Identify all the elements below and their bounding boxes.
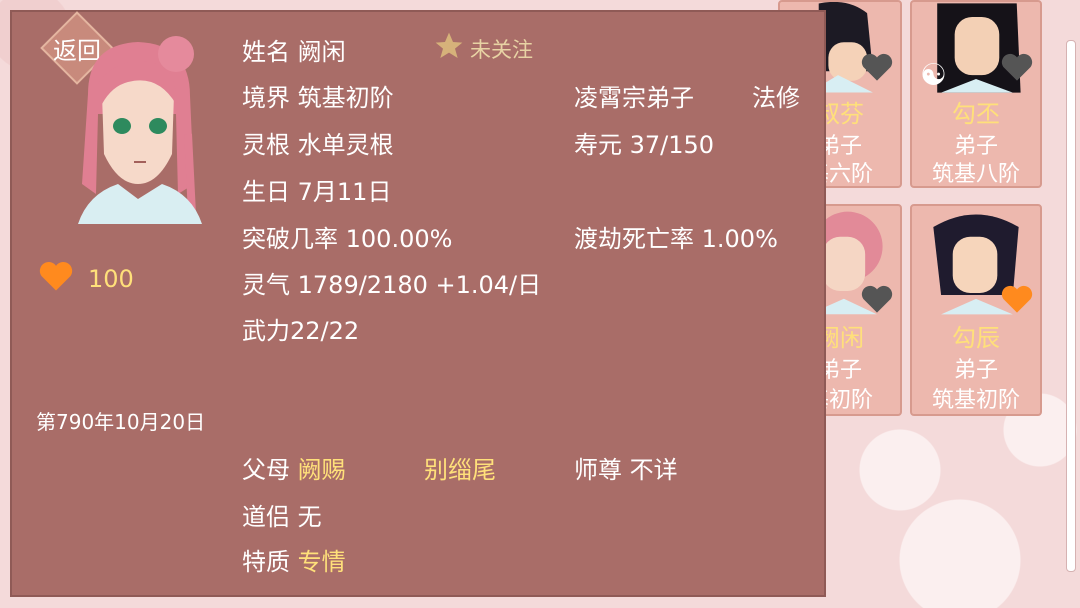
birthday-value: 7月11日	[297, 178, 392, 206]
yin-yang-icon: ☯	[920, 58, 947, 93]
partner-row: 道侣 无	[242, 497, 322, 532]
heart-icon	[1000, 284, 1034, 318]
breakthrough-row: 突破几率 100.00%	[242, 219, 452, 254]
master-label: 师尊	[574, 456, 622, 484]
character-detail-panel: 返回 100 第790年10月20日 姓名 阙闲 未关注 境界 筑基初阶 凌霄宗…	[10, 10, 826, 597]
force-row: 武力22/22	[242, 317, 360, 345]
master-row: 师尊 不详	[574, 450, 678, 485]
heart-icon	[860, 52, 894, 86]
trait-row: 特质 专情	[242, 542, 346, 577]
card-name: 勾辰	[952, 324, 1000, 352]
tribulation-value: 1.00%	[701, 225, 778, 253]
master-value: 不详	[629, 456, 678, 484]
character-portrait	[78, 36, 202, 224]
game-date: 第790年10月20日	[36, 410, 206, 434]
trait-link[interactable]: 专情	[298, 548, 346, 576]
affection-value: 100	[88, 265, 134, 293]
parent-link[interactable]: 阙赐	[298, 456, 346, 484]
tribulation-row: 渡劫死亡率 1.00%	[574, 219, 778, 254]
lifespan-row: 寿元 37/150	[574, 125, 714, 160]
heart-icon	[1000, 52, 1034, 86]
lifespan-label: 寿元	[574, 131, 622, 159]
breakthrough-label: 突破几率	[242, 225, 338, 253]
disciple-card[interactable]: ☯ 勾丕 弟子 筑基八阶	[910, 0, 1042, 188]
name-row: 姓名 阙闲	[242, 32, 346, 67]
disciple-card[interactable]: 勾辰 弟子 筑基初阶	[910, 204, 1042, 416]
heart-icon	[860, 284, 894, 318]
partner-value: 无	[297, 503, 322, 531]
heart-icon	[38, 260, 74, 298]
realm-value: 筑基初阶	[297, 84, 394, 112]
realm-row: 境界 筑基初阶	[242, 78, 394, 113]
trait-label: 特质	[242, 548, 290, 576]
parents-row: 父母 阙赐	[242, 450, 346, 485]
qi-label: 灵气	[242, 271, 290, 299]
parents-label: 父母	[242, 456, 290, 484]
breakthrough-value: 100.00%	[345, 225, 453, 253]
follow-label: 未关注	[470, 37, 533, 62]
card-name: 勾丕	[952, 100, 1000, 128]
partner-label: 道侣	[242, 503, 290, 531]
sect-value: 凌霄宗弟子	[574, 84, 694, 112]
follow-button[interactable]: 未关注	[432, 30, 533, 67]
spirit-root-value: 水单灵根	[297, 131, 394, 159]
scrollbar[interactable]	[1066, 40, 1076, 572]
realm-label: 境界	[242, 84, 290, 112]
birthday-row: 生日 7月11日	[242, 172, 391, 207]
birthday-label: 生日	[242, 178, 290, 206]
card-rank: 弟子	[953, 358, 998, 383]
qi-value: 1789/2180 +1.04/日	[297, 271, 542, 299]
name-value: 阙闲	[297, 38, 346, 66]
parent-link[interactable]: 别缁尾	[424, 450, 496, 485]
card-level: 筑基八阶	[931, 162, 1020, 187]
lifespan-value: 37/150	[629, 131, 715, 159]
class-value: 法修	[752, 84, 800, 112]
card-level: 筑基初阶	[931, 388, 1020, 413]
affection: 100	[38, 260, 134, 298]
tribulation-label: 渡劫死亡率	[574, 225, 694, 253]
spirit-root-row: 灵根 水单灵根	[242, 125, 394, 160]
qi-row: 灵气 1789/2180 +1.04/日	[242, 265, 541, 300]
name-label: 姓名	[242, 38, 290, 66]
star-icon	[432, 30, 466, 67]
spirit-root-label: 灵根	[242, 131, 290, 159]
